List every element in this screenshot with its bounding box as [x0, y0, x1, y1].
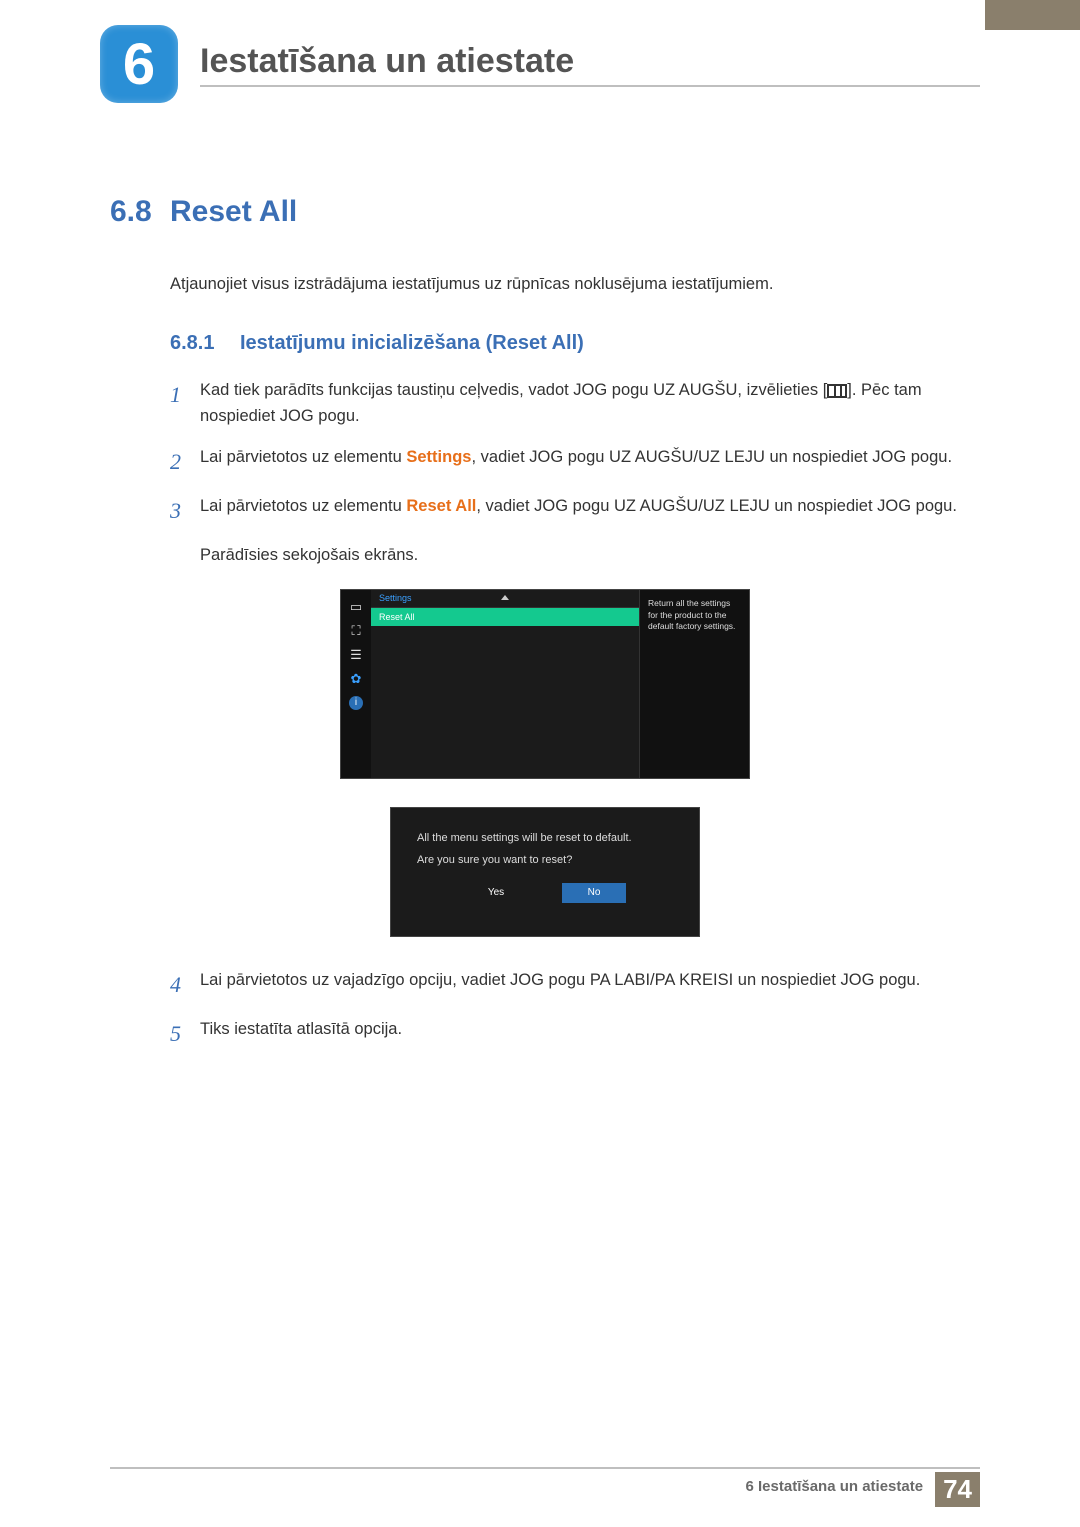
osd-panel-title: Settings [371, 590, 639, 608]
yes-button: Yes [464, 883, 528, 903]
no-button: No [562, 883, 626, 903]
chapter-title: Iestatīšana un atiestate [200, 42, 980, 87]
osd-settings-menu: ▭ ⛶ ☰ ✿ i Settings Reset All Return all … [340, 589, 750, 779]
step-text: Kad tiek parādīts funkcijas taustiņu ceļ… [200, 377, 980, 430]
menu-grid-icon [827, 384, 847, 398]
step-text: Lai pārvietotos uz elementu Settings, va… [200, 444, 980, 479]
osd-screenshots: ▭ ⛶ ☰ ✿ i Settings Reset All Return all … [340, 589, 750, 937]
subsection-number: 6.8.1 [170, 332, 240, 355]
step-text: Tiks iestatīta atlasītā opcija. [200, 1016, 980, 1051]
step-number: 5 [170, 1016, 200, 1051]
step-2: 2 Lai pārvietotos uz elementu Settings, … [170, 444, 980, 479]
step-text: Lai pārvietotos uz elementu Reset All, v… [200, 493, 980, 528]
resize-icon: ⛶ [348, 624, 364, 638]
step-number: 4 [170, 967, 200, 1002]
chapter-header: 6 Iestatīšana un atiestate [100, 25, 980, 103]
osd-sidebar: ▭ ⛶ ☰ ✿ i [341, 590, 371, 778]
osd-help-panel: Return all the settings for the product … [639, 590, 749, 778]
step-number: 1 [170, 377, 200, 430]
list-icon: ☰ [348, 648, 364, 662]
chapter-number-badge: 6 [100, 25, 178, 103]
title-text: Settings [379, 593, 412, 603]
osd-main-panel: Settings Reset All [371, 590, 639, 778]
monitor-icon: ▭ [348, 600, 364, 614]
footer-chapter-ref: 6 Iestatīšana un atiestate [734, 1472, 936, 1507]
page-number: 74 [935, 1472, 980, 1507]
section-number: 6.8 [110, 195, 170, 229]
text: Lai pārvietotos uz elementu [200, 497, 406, 515]
up-arrow-icon [501, 595, 509, 600]
bold-term: Reset All [406, 497, 476, 515]
section-heading: 6.8 Reset All [110, 195, 980, 229]
step-5: 5 Tiks iestatīta atlasītā opcija. [170, 1016, 980, 1051]
subsection-heading: 6.8.1 Iestatījumu inicializēšana (Reset … [170, 332, 980, 355]
step-number: 2 [170, 444, 200, 479]
dialog-buttons: Yes No [417, 883, 673, 903]
section-intro: Atjaunojiet visus izstrādājuma iestatīju… [170, 273, 980, 296]
step-number: 3 [170, 493, 200, 528]
step-text: Lai pārvietotos uz vajadzīgo opciju, vad… [200, 967, 980, 1002]
bold-term: Settings [406, 448, 471, 466]
subsection-title: Iestatījumu inicializēšana (Reset All) [240, 332, 584, 355]
info-icon: i [349, 696, 363, 710]
header-accent-stripe [985, 0, 1080, 30]
footer-divider [110, 1467, 980, 1469]
text: , vadiet JOG pogu UZ AUGŠU/UZ LEJU un no… [476, 497, 957, 515]
text: , vadiet JOG pogu UZ AUGŠU/UZ LEJU un no… [471, 448, 952, 466]
step-4: 4 Lai pārvietotos uz vajadzīgo opciju, v… [170, 967, 980, 1002]
gear-icon: ✿ [348, 672, 364, 686]
dialog-line-1: All the menu settings will be reset to d… [417, 830, 673, 847]
step-3-note: Parādīsies sekojošais ekrāns. [200, 542, 980, 568]
osd-selected-row: Reset All [371, 608, 639, 626]
dialog-line-2: Are you sure you want to reset? [417, 852, 673, 869]
page-content: 6.8 Reset All Atjaunojiet visus izstrādā… [110, 195, 980, 1065]
text: Lai pārvietotos uz elementu [200, 448, 406, 466]
page-footer: 6 Iestatīšana un atiestate 74 [734, 1472, 981, 1507]
text: Kad tiek parādīts funkcijas taustiņu ceļ… [200, 381, 827, 399]
section-title: Reset All [170, 195, 297, 229]
step-3: 3 Lai pārvietotos uz elementu Reset All,… [170, 493, 980, 528]
step-1: 1 Kad tiek parādīts funkcijas taustiņu c… [170, 377, 980, 430]
osd-confirm-dialog: All the menu settings will be reset to d… [390, 807, 700, 937]
